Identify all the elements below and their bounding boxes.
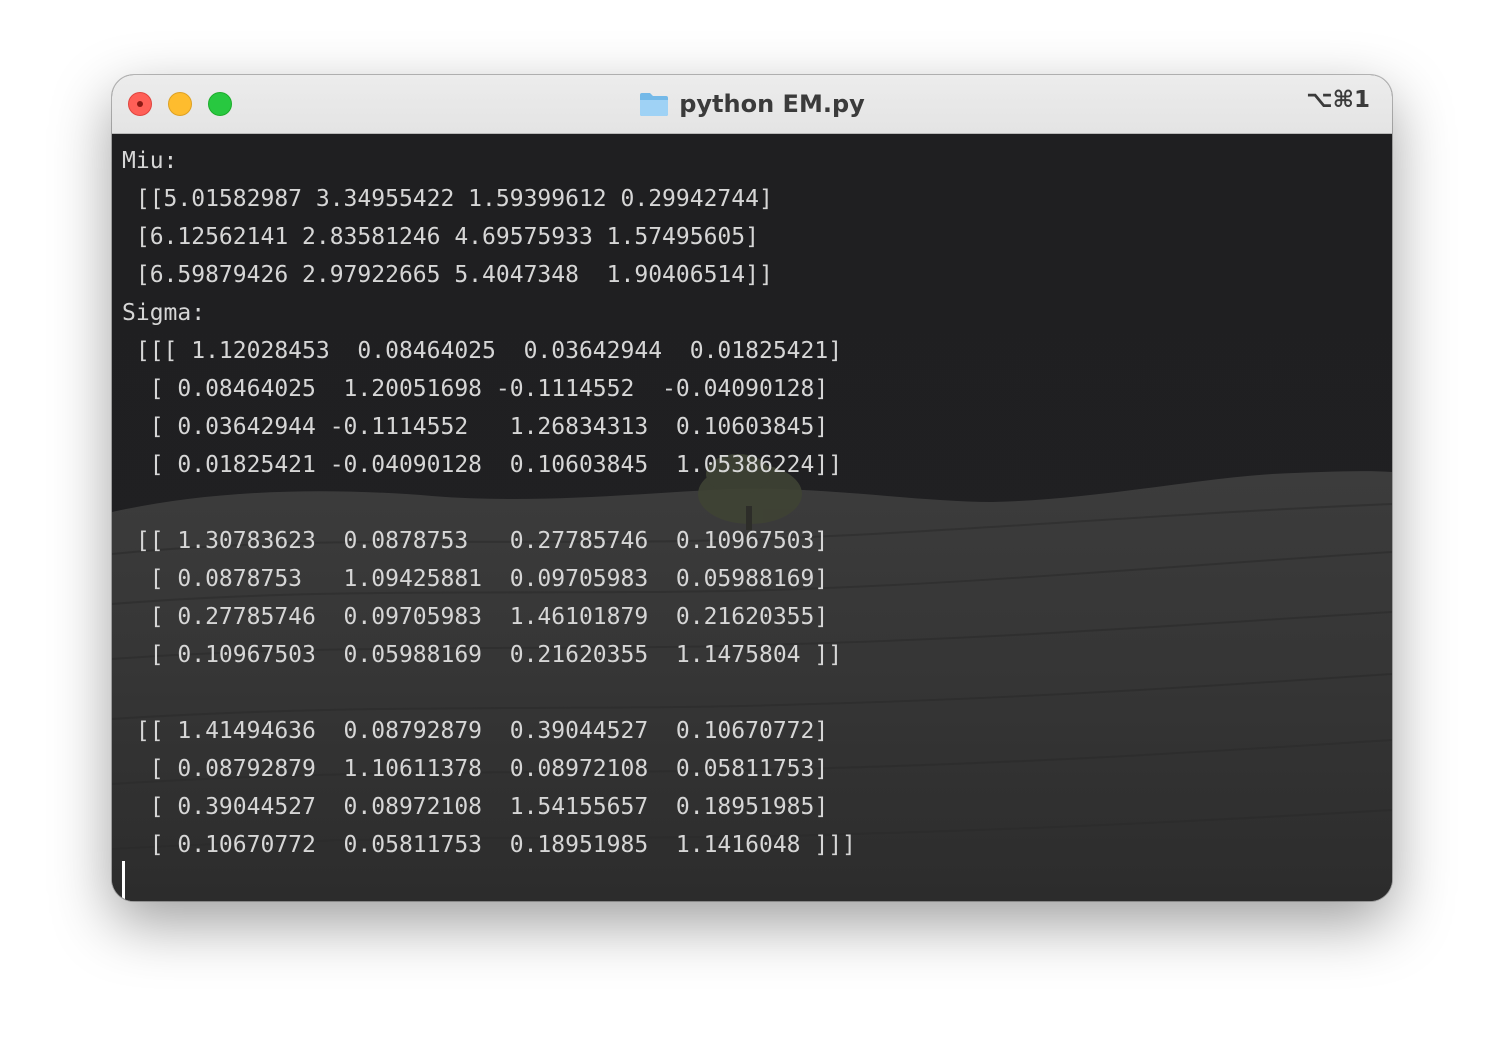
output-line: [[[ 1.12028453 0.08464025 0.03642944 0.0… — [122, 338, 843, 364]
output-line: [ 0.10967503 0.05988169 0.21620355 1.147… — [122, 642, 843, 668]
terminal-content[interactable]: Miu: [[5.01582987 3.34955422 1.59399612 … — [112, 134, 1392, 901]
window-title: python EM.py — [679, 90, 865, 118]
terminal-window: python EM.py ⌥⌘1 Miu: [[5.01582987 3.349… — [112, 75, 1392, 901]
output-line: [[ 1.30783623 0.0878753 0.27785746 0.109… — [122, 528, 829, 554]
terminal-output: Miu: [[5.01582987 3.34955422 1.59399612 … — [122, 142, 856, 864]
output-line: [ 0.01825421 -0.04090128 0.10603845 1.05… — [122, 452, 843, 478]
output-line: [ 0.27785746 0.09705983 1.46101879 0.216… — [122, 604, 829, 630]
title-bar[interactable]: python EM.py ⌥⌘1 — [112, 75, 1392, 134]
folder-icon — [639, 91, 669, 117]
output-line: Sigma: — [122, 300, 206, 326]
output-line: [6.59879426 2.97922665 5.4047348 1.90406… — [122, 262, 773, 288]
text-cursor — [122, 861, 125, 899]
output-line: [ 0.0878753 1.09425881 0.09705983 0.0598… — [122, 566, 829, 592]
output-line: [ 0.08464025 1.20051698 -0.1114552 -0.04… — [122, 376, 829, 402]
output-line: [ 0.39044527 0.08972108 1.54155657 0.189… — [122, 794, 829, 820]
output-line: [ 0.03642944 -0.1114552 1.26834313 0.106… — [122, 414, 829, 440]
output-line: [ 0.08792879 1.10611378 0.08972108 0.058… — [122, 756, 829, 782]
output-line: [ 0.10670772 0.05811753 0.18951985 1.141… — [122, 832, 856, 858]
window-shortcut-label: ⌥⌘1 — [1306, 87, 1370, 113]
output-line: [[5.01582987 3.34955422 1.59399612 0.299… — [122, 186, 773, 212]
output-line: [[ 1.41494636 0.08792879 0.39044527 0.10… — [122, 718, 829, 744]
output-line: [6.12562141 2.83581246 4.69575933 1.5749… — [122, 224, 759, 250]
output-line: Miu: — [122, 148, 178, 174]
window-title-group: python EM.py — [112, 75, 1392, 133]
